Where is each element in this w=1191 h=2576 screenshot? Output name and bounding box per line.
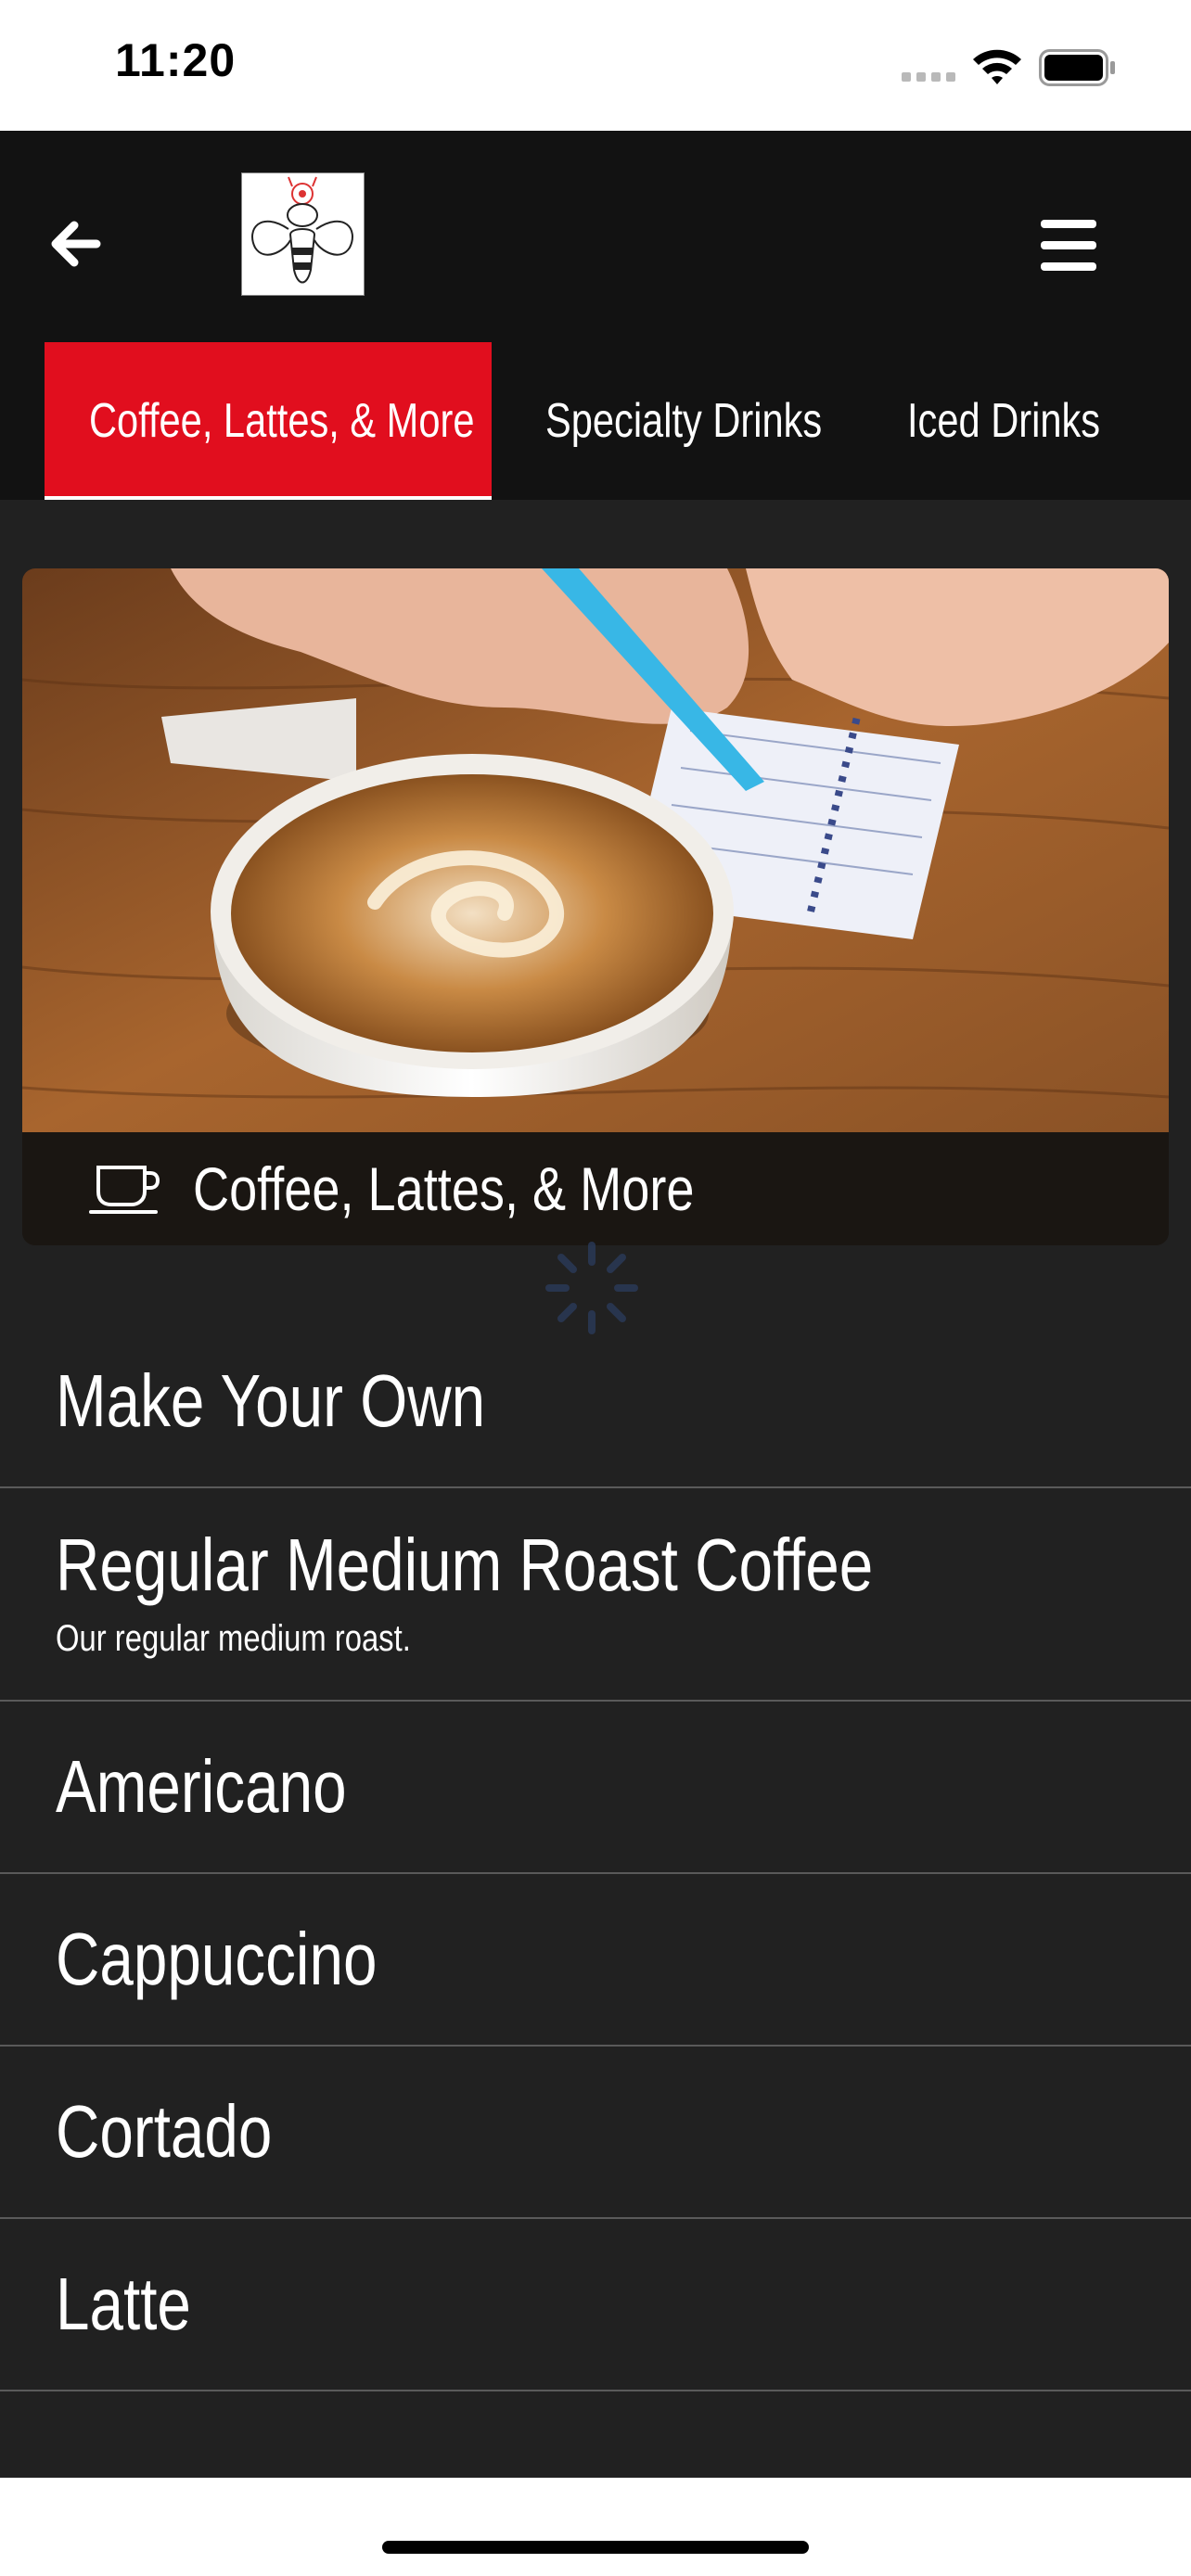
arrow-left-icon[interactable] [39, 207, 113, 281]
menu-item-name: Cortado [56, 2047, 320, 2217]
bee-icon [251, 176, 353, 284]
status-time: 11:20 [115, 34, 237, 86]
menu-item-name: Make Your Own [56, 1316, 580, 1486]
menu-item-name: Cappuccino [56, 1874, 448, 2045]
menu-item-latte[interactable]: Latte [0, 2219, 1191, 2391]
tab-label: Coffee, Lattes, & More [89, 394, 475, 448]
coffee-hero-image [22, 568, 1169, 1132]
bee-logo[interactable] [241, 172, 365, 296]
menu-item-name-text: Americano [56, 1745, 347, 1828]
menu-item-name-text: Regular Medium Roast Coffee [56, 1524, 874, 1606]
home-indicator-area [0, 2478, 1191, 2576]
coffee-cup-icon [89, 1166, 160, 1214]
category-caption: Coffee, Lattes, & More [22, 1132, 1169, 1245]
menu-content: Coffee, Lattes, & More Make Your Own Reg… [0, 500, 1191, 2478]
battery-icon [1039, 49, 1115, 86]
menu-item-name-text: Cappuccino [56, 1918, 378, 2000]
menu-item-name: Americano [56, 1702, 410, 1872]
menu-item-cappuccino[interactable]: Cappuccino [0, 1874, 1191, 2047]
menu-item-name-text: Latte [56, 2263, 191, 2345]
category-title-text: Coffee, Lattes, & More [193, 1154, 695, 1223]
menu-item-americano[interactable]: Americano [0, 1702, 1191, 1874]
wifi-icon [973, 49, 1021, 84]
status-bar: 11:20 [0, 0, 1191, 131]
tab-specialty-drinks[interactable]: Specialty Drinks [492, 342, 863, 500]
category-hero-card: Coffee, Lattes, & More [22, 568, 1169, 1245]
hamburger-menu-icon[interactable] [1031, 209, 1106, 283]
menu-item-make-your-own[interactable]: Make Your Own [0, 1316, 1191, 1488]
category-title: Coffee, Lattes, & More [193, 1132, 804, 1245]
tab-iced-drinks[interactable]: Iced Drinks [863, 342, 1191, 500]
menu-item-regular-medium-roast-coffee[interactable]: Regular Medium Roast Coffee Our regular … [0, 1488, 1191, 1702]
category-tabs: Coffee, Lattes, & More Specialty Drinks … [0, 342, 1191, 500]
tab-coffee-lattes-more[interactable]: Coffee, Lattes, & More [45, 342, 492, 500]
menu-item-name-text: Cortado [56, 2090, 273, 2173]
menu-item-cortado[interactable]: Cortado [0, 2047, 1191, 2219]
app-header: Coffee, Lattes, & More Specialty Drinks … [0, 131, 1191, 500]
menu-item-description-text: Our regular medium roast. [56, 1618, 411, 1659]
menu-item-name: Regular Medium Roast Coffee [56, 1505, 1053, 1626]
menu-item-list: Make Your Own Regular Medium Roast Coffe… [0, 1316, 1191, 2391]
cellular-signal-icon [902, 72, 957, 83]
menu-item-description: Our regular medium roast. [56, 1613, 489, 1664]
tab-label: Iced Drinks [907, 394, 1101, 448]
menu-item-name-text: Make Your Own [56, 1359, 486, 1442]
tab-label: Specialty Drinks [545, 394, 823, 448]
home-indicator[interactable] [382, 2541, 809, 2554]
menu-item-name: Latte [56, 2219, 221, 2390]
